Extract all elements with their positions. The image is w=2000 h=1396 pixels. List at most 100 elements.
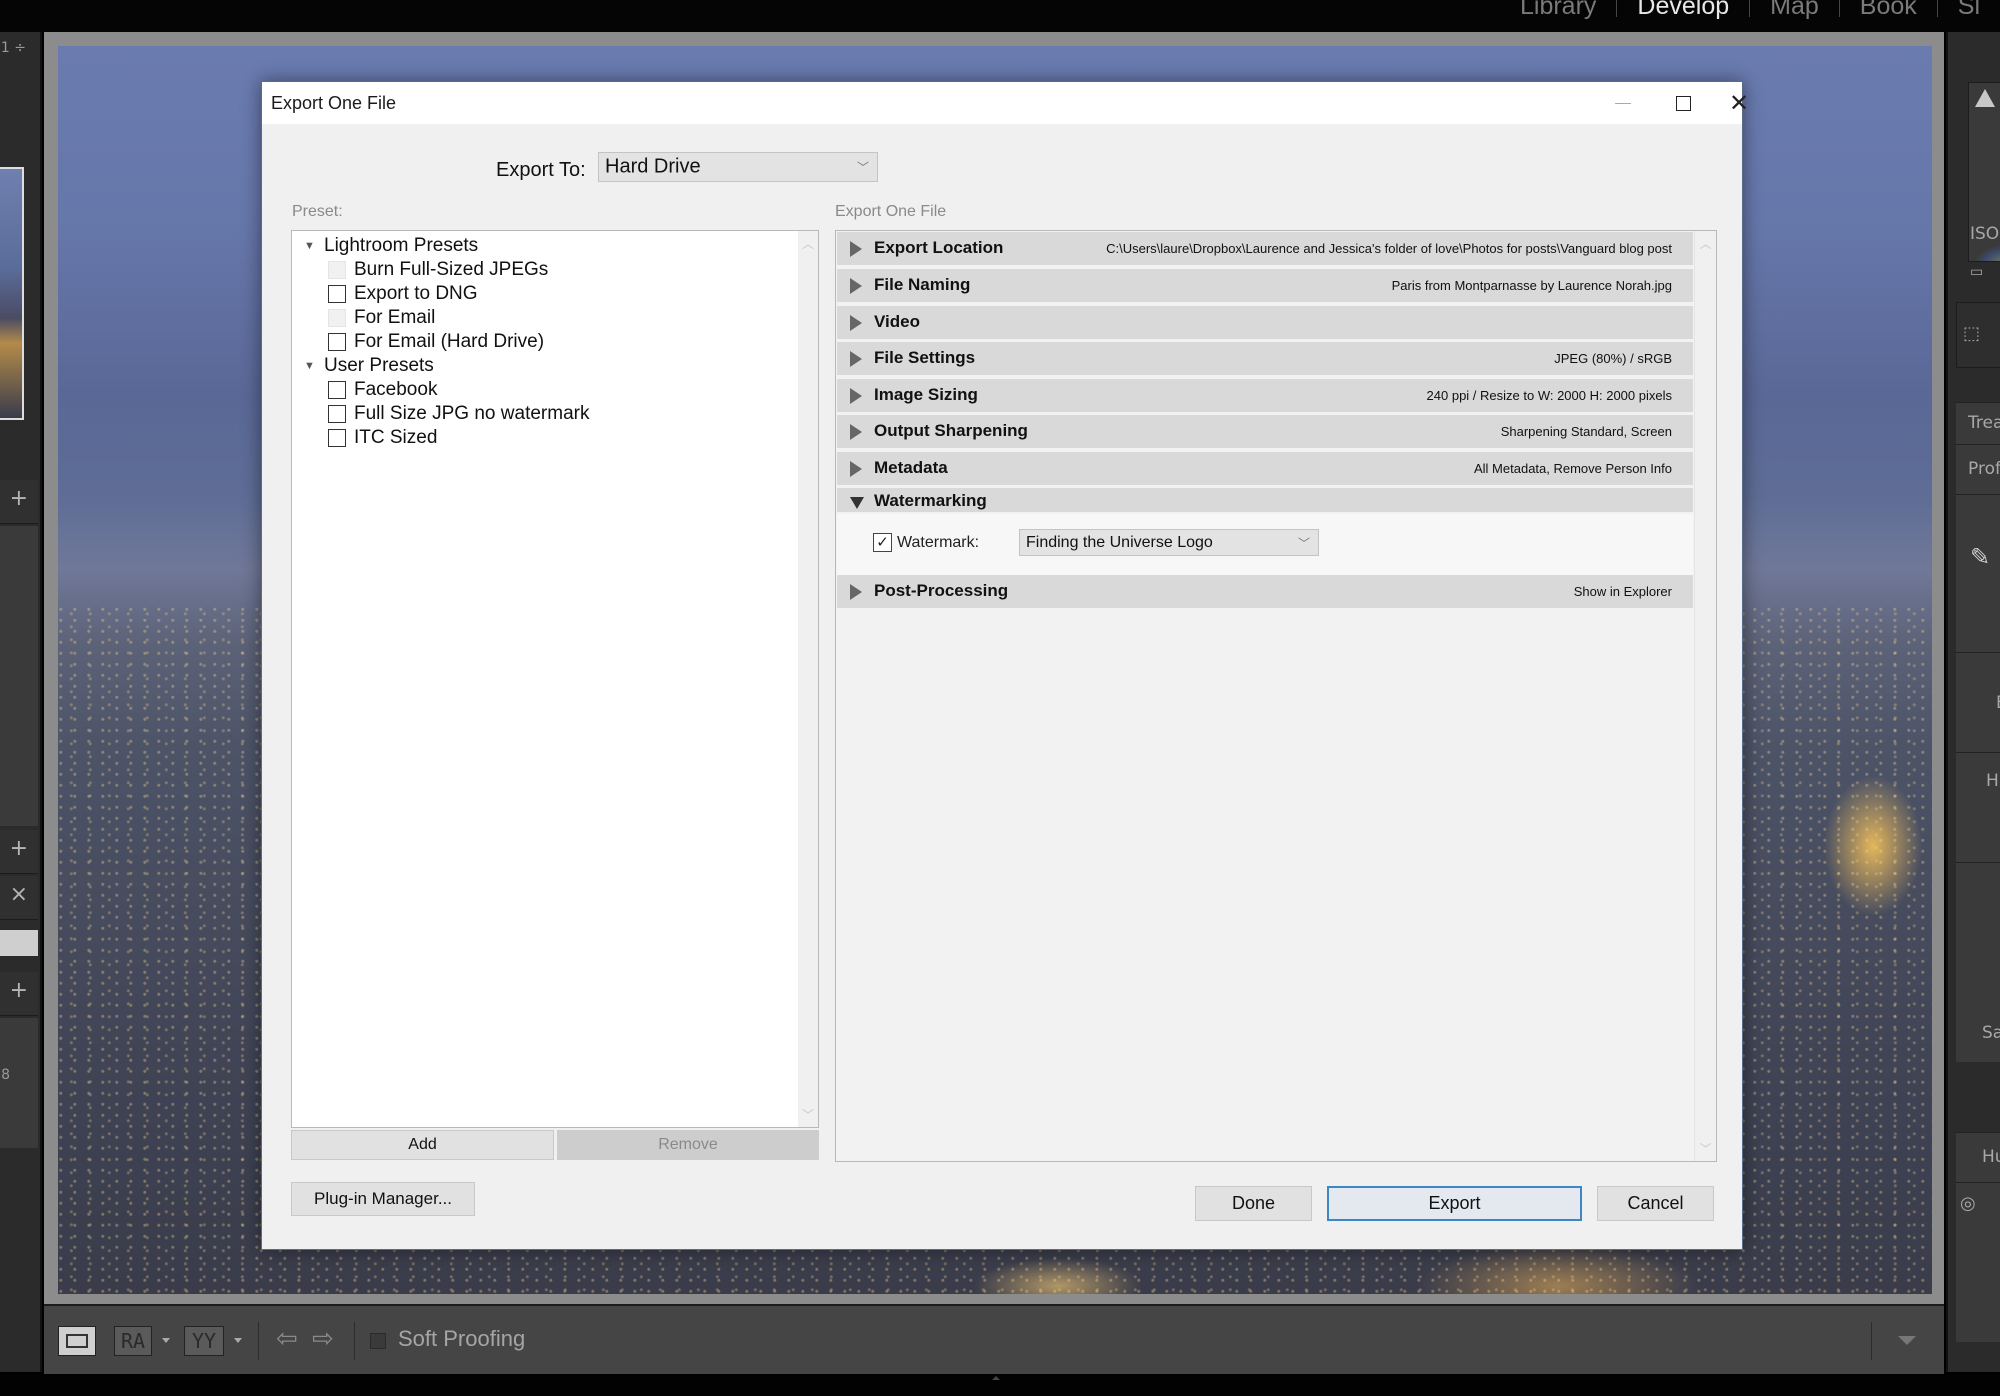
targeted-adjustment-icon[interactable]: ◎	[1960, 1193, 1976, 1214]
snapshots-header[interactable]: +	[0, 830, 38, 874]
section-title: Video	[874, 312, 920, 331]
section-watermarking-spacer	[837, 488, 1693, 514]
section-title: Output Sharpening	[874, 421, 1028, 440]
tone-label: B	[1996, 693, 2000, 713]
expand-triangle-icon	[850, 241, 862, 257]
toolbar-options-dropdown-icon[interactable]	[1898, 1336, 1916, 1345]
section-title: Export Location	[874, 238, 1004, 257]
history-item[interactable]	[0, 930, 38, 956]
preset-checkbox[interactable]	[328, 285, 346, 303]
clear-history-icon[interactable]: ×	[10, 882, 28, 907]
maximize-button[interactable]	[1653, 82, 1713, 124]
copy-before-to-after-icon[interactable]: ⇦	[276, 1324, 298, 1354]
filmstrip-edge	[0, 1374, 2000, 1396]
settings-panel-label: Export One File	[835, 203, 947, 220]
section-file-settings[interactable]: File Settings JPEG (80%) / sRGB	[837, 342, 1693, 377]
add-preset-button[interactable]: Add	[291, 1130, 554, 1160]
section-export-location[interactable]: Export Location C:\Users\laure\Dropbox\L…	[837, 232, 1693, 267]
done-button[interactable]: Done	[1195, 1186, 1312, 1221]
navigator-thumbnail[interactable]	[0, 167, 24, 420]
collections-list	[0, 1018, 38, 1148]
dialog-titlebar[interactable]: Export One File ✕	[262, 82, 1749, 124]
module-map[interactable]: Map	[1750, 0, 1839, 21]
eyedropper-icon[interactable]: ✎	[1970, 543, 1990, 571]
scroll-down-icon[interactable]: ﹀	[798, 1106, 818, 1123]
watermark-select[interactable]: Finding the Universe Logo ﹀	[1019, 529, 1319, 556]
before-after-lr-button[interactable]: RA	[114, 1326, 152, 1356]
add-preset-icon[interactable]: +	[10, 486, 28, 511]
before-after-tb-button[interactable]: YY	[184, 1326, 224, 1356]
original-photo-checkbox[interactable]: ▭	[1970, 264, 1983, 280]
toolbar-divider	[1871, 1322, 1872, 1360]
section-post-processing[interactable]: Post-Processing Show in Explorer	[837, 575, 1693, 610]
scroll-down-icon[interactable]: ﹀	[1695, 1140, 1716, 1157]
module-slideshow[interactable]: Sl	[1938, 0, 2000, 21]
preset-scrollbar[interactable]: ︿ ﹀	[798, 231, 818, 1127]
preset-item[interactable]: ITC Sized	[328, 427, 437, 449]
section-file-naming[interactable]: File Naming Paris from Montparnasse by L…	[837, 269, 1693, 304]
preset-item[interactable]: Export to DNG	[328, 283, 478, 305]
expand-triangle-icon	[850, 461, 862, 477]
remove-preset-button[interactable]: Remove	[557, 1130, 819, 1160]
module-library[interactable]: Library	[1500, 0, 1616, 21]
presets-header[interactable]: +	[0, 480, 38, 524]
section-metadata[interactable]: Metadata All Metadata, Remove Person Inf…	[837, 452, 1693, 487]
collections-header[interactable]: +	[0, 972, 38, 1016]
plugin-manager-button[interactable]: Plug-in Manager...	[291, 1182, 475, 1216]
section-summary: All Metadata, Remove Person Info	[1474, 461, 1672, 476]
preset-item-label: For Email	[354, 307, 436, 328]
preset-checkbox[interactable]	[328, 429, 346, 447]
loupe-view-button[interactable]	[58, 1326, 96, 1356]
watermark-checkbox[interactable]: ✓	[873, 533, 892, 552]
cancel-button[interactable]: Cancel	[1597, 1186, 1714, 1221]
preset-item[interactable]: Facebook	[328, 379, 437, 401]
copy-after-to-before-icon[interactable]: ⇨	[312, 1324, 334, 1354]
section-video[interactable]: Video	[837, 306, 1693, 341]
section-title: Image Sizing	[874, 385, 978, 404]
soft-proofing-label: Soft Proofing	[398, 1326, 526, 1351]
histogram-info: ISO 1	[1970, 224, 2000, 244]
section-image-sizing[interactable]: Image Sizing 240 ppi / Resize to W: 2000…	[837, 379, 1693, 414]
navigator-zoom-counter[interactable]: 1 ÷	[1, 40, 26, 56]
minimize-icon	[1615, 102, 1631, 104]
preset-checkbox[interactable]	[328, 381, 346, 399]
preset-item-label: Facebook	[354, 379, 438, 400]
export-button[interactable]: Export	[1327, 1186, 1582, 1221]
export-settings-panel: Export Location C:\Users\laure\Dropbox\L…	[835, 230, 1717, 1162]
history-header[interactable]: ×	[0, 876, 38, 920]
before-after-tb-dropdown-icon[interactable]	[234, 1338, 242, 1343]
soft-proofing-checkbox[interactable]	[370, 1333, 386, 1349]
export-dialog: Export One File ✕ Export To: Hard Drive …	[261, 81, 1749, 1250]
add-collection-icon[interactable]: +	[10, 978, 28, 1003]
export-to-select[interactable]: Hard Drive ﹀	[598, 152, 878, 182]
filmstrip-toggle-icon[interactable]	[992, 1376, 1000, 1380]
section-summary: Show in Explorer	[1573, 584, 1672, 599]
close-button[interactable]: ✕	[1709, 82, 1769, 124]
section-output-sharpening[interactable]: Output Sharpening Sharpening Standard, S…	[837, 415, 1693, 450]
preset-item[interactable]: For Email (Hard Drive)	[328, 331, 544, 353]
preset-checkbox[interactable]	[328, 333, 346, 351]
crop-overlay-icon[interactable]: ⬚	[1963, 323, 1980, 344]
settings-scrollbar[interactable]: ︿ ﹀	[1694, 231, 1716, 1161]
toolbar-divider	[354, 1322, 355, 1360]
preset-item[interactable]: For Email	[328, 307, 435, 329]
folder-expanded-icon[interactable]: ▼	[304, 360, 324, 372]
module-book[interactable]: Book	[1840, 0, 1937, 21]
preset-folder-user[interactable]: ▼ User Presets	[304, 355, 434, 377]
before-after-lr-dropdown-icon[interactable]	[162, 1338, 170, 1343]
hue-label: Hu	[1982, 1147, 2000, 1167]
preset-folder-lightroom[interactable]: ▼ Lightroom Presets	[304, 235, 478, 257]
scroll-up-icon[interactable]: ︿	[1695, 235, 1716, 252]
saturation-label: Sa	[1982, 1023, 2000, 1043]
presets-list	[0, 526, 38, 826]
module-develop[interactable]: Develop	[1617, 0, 1749, 21]
scroll-up-icon[interactable]: ︿	[798, 235, 818, 252]
folder-expanded-icon[interactable]: ▼	[304, 240, 324, 252]
preset-item[interactable]: Full Size JPG no watermark	[328, 403, 589, 425]
preset-checkbox[interactable]	[328, 405, 346, 423]
preset-item[interactable]: Burn Full-Sized JPEGs	[328, 259, 548, 281]
shadow-clipping-icon[interactable]	[1975, 89, 1995, 107]
minimize-button[interactable]	[1593, 82, 1653, 124]
add-snapshot-icon[interactable]: +	[10, 836, 28, 861]
develop-toolbar: RA YY ⇦ ⇨ Soft Proofing	[44, 1304, 1944, 1374]
